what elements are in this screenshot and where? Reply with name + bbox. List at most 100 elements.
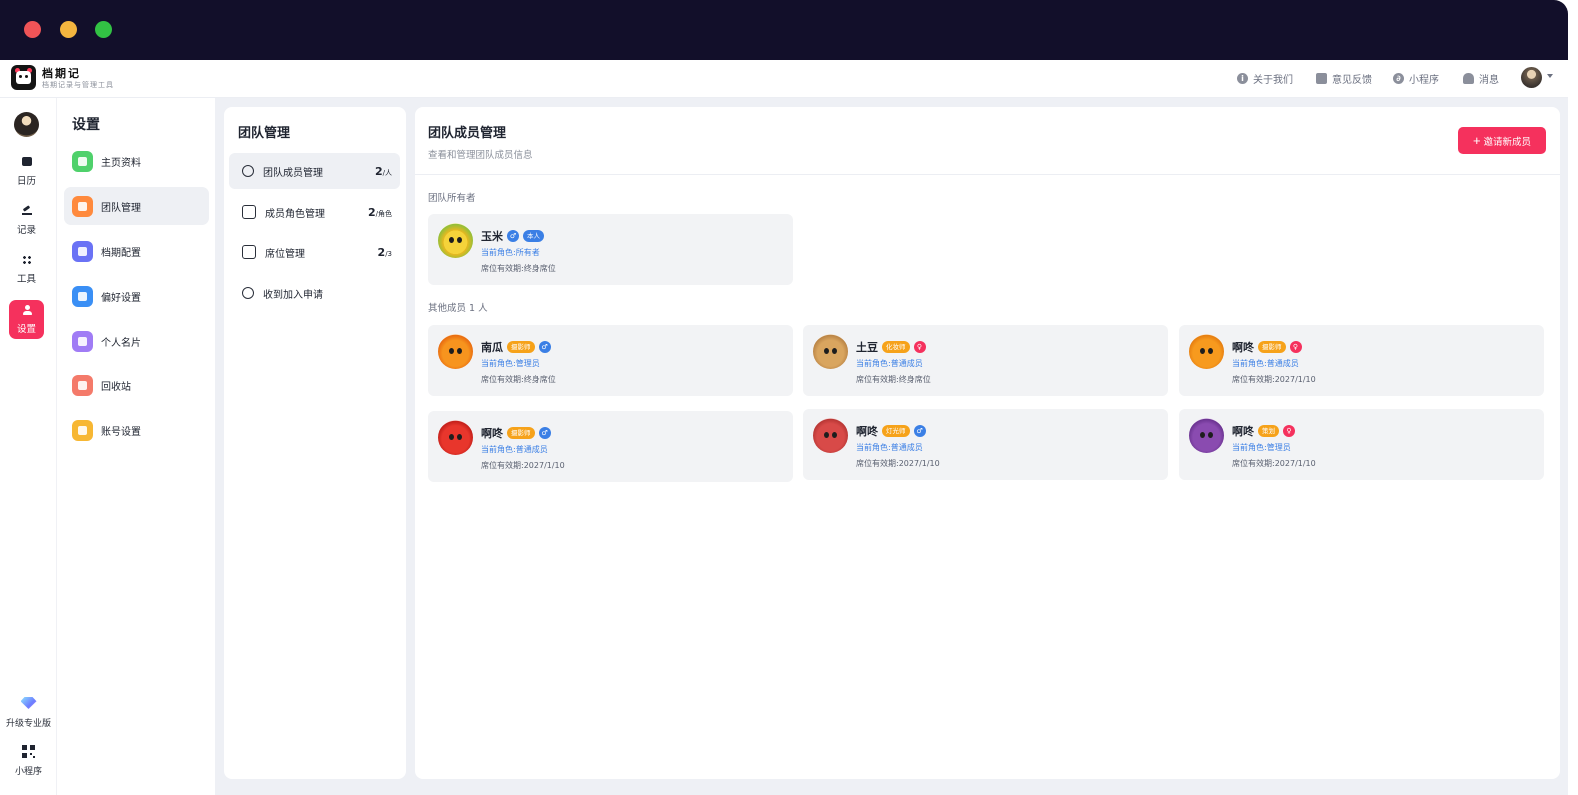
member-card[interactable]: 啊咚 策划 ♀ 当前角色:管理员 席位有效期:2027/1/10 bbox=[1179, 409, 1544, 480]
qr-code-icon bbox=[22, 745, 35, 758]
job-badge: 摄影师 bbox=[507, 341, 535, 353]
avatar bbox=[1189, 334, 1224, 369]
job-badge: 化妆师 bbox=[882, 341, 910, 353]
avatar[interactable] bbox=[14, 112, 39, 137]
seat-validity: 2027/1/10 bbox=[1274, 375, 1316, 384]
mini-program-icon: ∂ bbox=[1393, 72, 1404, 84]
seat-validity: 终身席位 bbox=[898, 375, 931, 384]
rail-item-calendar[interactable]: 日历 bbox=[9, 152, 44, 191]
team-panel-title: 团队管理 bbox=[238, 126, 291, 141]
gender-female-icon: ♀ bbox=[1289, 341, 1302, 353]
member-card[interactable]: 土豆 化妆师 ♀ 当前角色:普通成员 席位有效期:终身席位 bbox=[803, 325, 1168, 396]
profile-icon bbox=[72, 150, 93, 172]
feedback-link[interactable]: 意见反馈 bbox=[1316, 70, 1372, 86]
seat-validity: 2027/1/10 bbox=[1274, 459, 1316, 468]
user-avatar[interactable] bbox=[1521, 67, 1542, 88]
rail-item-tools[interactable]: 工具 bbox=[9, 250, 44, 289]
member-name: 啊咚 bbox=[481, 427, 503, 440]
member-card[interactable]: 啊咚 灯光师 ♂ 当前角色:普通成员 席位有效期:2027/1/10 bbox=[803, 409, 1168, 480]
team-item-members[interactable]: 团队成员管理 2/人 bbox=[229, 153, 400, 189]
member-card[interactable]: 啊咚 摄影师 ♂ 当前角色:普通成员 席位有效期:2027/1/10 bbox=[428, 411, 793, 482]
member-name: 南瓜 bbox=[481, 341, 503, 354]
invite-member-button[interactable]: + 邀请新成员 bbox=[1458, 127, 1546, 154]
job-badge: 策划 bbox=[1258, 425, 1279, 437]
id-card-icon bbox=[72, 330, 93, 352]
messages-link[interactable]: 消息 bbox=[1463, 70, 1499, 86]
user-icon bbox=[21, 304, 32, 315]
job-badge: 灯光师 bbox=[882, 425, 910, 437]
avatar bbox=[813, 418, 848, 453]
lock-icon bbox=[242, 205, 256, 219]
divider bbox=[415, 174, 1560, 175]
avatar bbox=[438, 420, 473, 455]
avatar bbox=[438, 334, 473, 369]
owner-section-label: 团队所有者 bbox=[428, 193, 476, 204]
others-section-label: 其他成员 1 人 bbox=[428, 303, 488, 314]
minimize-window-button[interactable] bbox=[60, 21, 77, 38]
page-title: 团队成员管理 bbox=[428, 126, 507, 141]
sliders-icon bbox=[72, 240, 93, 262]
settings-item-profile[interactable]: 主页资料 bbox=[64, 142, 209, 180]
gender-male-icon: ♂ bbox=[507, 230, 519, 242]
gender-male-icon: ♂ bbox=[913, 425, 926, 437]
settings-item-schedule[interactable]: 档期配置 bbox=[64, 232, 209, 270]
team-item-seats[interactable]: 席位管理 2/3 bbox=[229, 234, 400, 270]
gender-male-icon: ♂ bbox=[538, 341, 551, 353]
gender-male-icon: ♂ bbox=[538, 427, 551, 439]
grid-icon bbox=[21, 254, 32, 265]
upgrade-pro-button[interactable]: 升级专业版 bbox=[0, 697, 57, 729]
seat-validity: 2027/1/10 bbox=[523, 461, 565, 470]
team-item-join-requests[interactable]: 收到加入申请 bbox=[229, 275, 400, 311]
app-subtitle: 档期记录与管理工具 bbox=[42, 81, 114, 89]
member-card[interactable]: 啊咚 摄影师 ♀ 当前角色:普通成员 席位有效期:2027/1/10 bbox=[1179, 325, 1544, 396]
gender-female-icon: ♀ bbox=[913, 341, 926, 353]
settings-item-team[interactable]: 团队管理 bbox=[64, 187, 209, 225]
rail-mini-program-button[interactable]: 小程序 bbox=[0, 745, 57, 777]
about-us-link[interactable]: i 关于我们 bbox=[1237, 70, 1293, 86]
member-role: 普通成员 bbox=[515, 445, 548, 454]
member-name: 土豆 bbox=[856, 341, 878, 354]
close-window-button[interactable] bbox=[24, 21, 41, 38]
plus-icon: + bbox=[1472, 133, 1481, 148]
maximize-window-button[interactable] bbox=[95, 21, 112, 38]
app-logo-icon bbox=[11, 65, 36, 90]
avatar bbox=[438, 223, 473, 258]
app-name: 档期记 bbox=[42, 67, 81, 80]
preferences-icon bbox=[72, 285, 93, 307]
seat-icon bbox=[242, 245, 256, 259]
settings-item-preferences[interactable]: 偏好设置 bbox=[64, 277, 209, 315]
member-card[interactable]: 南瓜 摄影师 ♂ 当前角色:管理员 席位有效期:终身席位 bbox=[428, 325, 793, 396]
owner-card[interactable]: 玉米 ♂ 本人 当前角色:所有者 席位有效期:终身席位 bbox=[428, 214, 793, 285]
recycle-icon bbox=[72, 374, 93, 396]
bell-icon bbox=[1463, 72, 1474, 84]
page-subtitle: 查看和管理团队成员信息 bbox=[428, 150, 533, 161]
settings-item-recycle-bin[interactable]: 回收站 bbox=[64, 366, 209, 404]
settings-title: 设置 bbox=[72, 117, 100, 133]
job-badge: 摄影师 bbox=[507, 427, 535, 439]
member-role: 普通成员 bbox=[890, 443, 923, 452]
self-badge: 本人 bbox=[523, 230, 544, 242]
gender-female-icon: ♀ bbox=[1283, 425, 1295, 437]
member-role: 管理员 bbox=[515, 359, 540, 368]
diamond-icon bbox=[20, 697, 37, 709]
settings-item-account[interactable]: 账号设置 bbox=[64, 411, 209, 449]
member-role: 所有者 bbox=[515, 248, 540, 257]
member-role: 普通成员 bbox=[890, 359, 923, 368]
feedback-icon bbox=[1316, 72, 1327, 84]
job-badge: 摄影师 bbox=[1258, 341, 1286, 353]
member-role: 普通成员 bbox=[1266, 359, 1299, 368]
calendar-icon bbox=[21, 156, 32, 167]
chevron-down-icon[interactable] bbox=[1547, 74, 1553, 78]
avatar bbox=[1189, 418, 1224, 453]
team-item-roles[interactable]: 成员角色管理 2/角色 bbox=[229, 194, 400, 230]
edit-icon bbox=[21, 205, 32, 216]
settings-item-business-card[interactable]: 个人名片 bbox=[64, 322, 209, 360]
seat-validity: 终身席位 bbox=[523, 264, 556, 273]
member-name: 啊咚 bbox=[1232, 341, 1254, 354]
rail-item-records[interactable]: 记录 bbox=[9, 201, 44, 240]
member-role: 管理员 bbox=[1266, 443, 1291, 452]
users-icon bbox=[242, 165, 254, 177]
mini-program-link[interactable]: ∂ 小程序 bbox=[1393, 70, 1439, 86]
rail-item-settings[interactable]: 设置 bbox=[9, 300, 44, 339]
window-edge bbox=[1568, 0, 1578, 795]
